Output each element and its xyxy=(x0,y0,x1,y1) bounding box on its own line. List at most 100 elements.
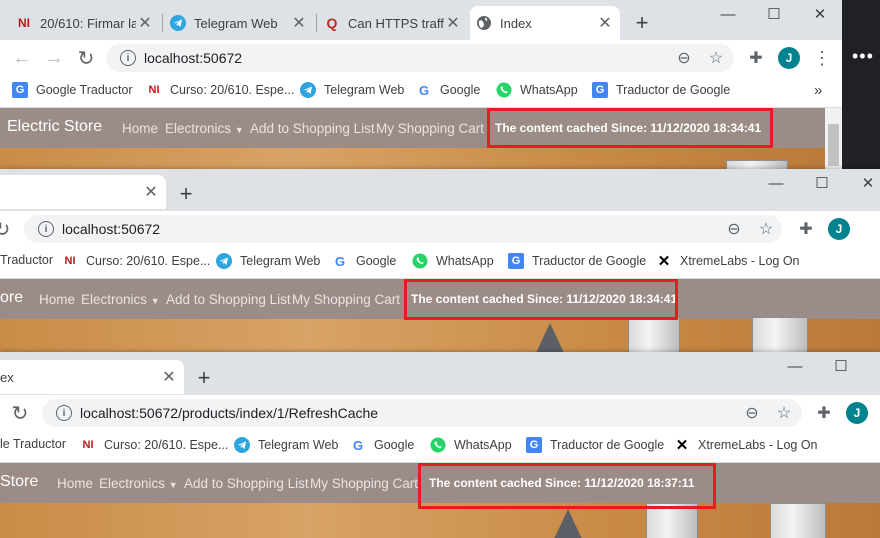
bookmark-telegram[interactable]: Telegram Web xyxy=(234,437,338,453)
tab-close-icon[interactable]: ✕ xyxy=(444,14,462,32)
new-tab-button[interactable]: + xyxy=(174,181,198,206)
site-brand[interactable]: ore xyxy=(0,289,23,307)
address-bar[interactable]: i localhost:50672 xyxy=(24,215,782,243)
bookmark-curso[interactable]: NI Curso: 20/610. Espe... xyxy=(62,253,211,269)
bookmark-whatsapp[interactable]: WhatsApp xyxy=(412,253,494,269)
chrome-menu-icon[interactable]: ⋮ xyxy=(810,46,834,70)
bookmark-google-traductor[interactable]: G Google Traductor xyxy=(12,82,133,98)
site-info-icon[interactable]: i xyxy=(56,405,72,421)
site-brand[interactable]: Store xyxy=(0,473,38,491)
url-text[interactable]: localhost:50672 xyxy=(62,221,160,237)
minimize-button[interactable]: — xyxy=(773,352,817,380)
bookmark-star-icon[interactable]: ☆ xyxy=(772,401,796,425)
bookmark-google-traductor[interactable]: le Traductor xyxy=(0,437,66,451)
nav-label: Electronics xyxy=(165,121,232,136)
zoom-icon[interactable]: ⊖ xyxy=(672,46,696,70)
nav-home[interactable]: Home xyxy=(122,121,158,136)
bookmark-xtremelabs[interactable]: ✕ XtremeLabs - Log On xyxy=(674,437,818,454)
bookmarks-more-icon[interactable]: » xyxy=(814,82,822,99)
new-tab-button[interactable]: + xyxy=(630,10,654,35)
bookmark-google[interactable]: G Google xyxy=(416,82,480,98)
extensions-puzzle-icon[interactable]: ✚ xyxy=(794,217,818,241)
google-icon: G xyxy=(352,437,364,453)
zoom-icon[interactable]: ⊖ xyxy=(740,401,764,425)
bookmark-star-icon[interactable]: ☆ xyxy=(704,46,728,70)
tab-index[interactable]: ✕ xyxy=(0,175,166,209)
nav-electronics[interactable]: Electronics ▼ xyxy=(81,292,160,307)
tab-quora[interactable]: Q Can HTTPS traffic ✕ xyxy=(318,6,468,40)
bookmark-curso[interactable]: NI Curso: 20/610. Espe... xyxy=(80,437,229,453)
reload-icon[interactable]: ↻ xyxy=(8,401,32,425)
nav-home[interactable]: Home xyxy=(39,292,75,307)
minimize-button[interactable]: — xyxy=(706,0,750,28)
bookmark-traductor-google[interactable]: G Traductor de Google xyxy=(508,253,646,269)
tab-close-icon[interactable]: ✕ xyxy=(290,14,308,32)
bookmark-curso[interactable]: NI Curso: 20/610. Espe... xyxy=(146,82,295,98)
bookmark-google[interactable]: G Google xyxy=(332,253,396,269)
nav-add-shopping-list[interactable]: Add to Shopping List xyxy=(184,476,309,491)
address-bar[interactable]: i localhost:50672 xyxy=(106,44,734,72)
bookmark-label: Curso: 20/610. Espe... xyxy=(170,83,295,97)
close-window-button[interactable]: ✕ xyxy=(846,169,880,197)
page-scrollbar[interactable] xyxy=(825,108,842,169)
tab-title: ex xyxy=(0,369,14,385)
bookmark-telegram[interactable]: Telegram Web xyxy=(216,253,320,269)
tab-close-icon[interactable]: ✕ xyxy=(136,14,154,32)
bookmark-xtremelabs[interactable]: ✕ XtremeLabs - Log On xyxy=(656,253,800,270)
profile-avatar[interactable]: J xyxy=(846,402,868,424)
highlight-box xyxy=(487,108,773,148)
nav-home[interactable]: Home xyxy=(57,476,93,491)
bookmark-google-traductor[interactable]: Traductor xyxy=(0,253,53,267)
nav-electronics[interactable]: Electronics ▼ xyxy=(99,476,178,491)
forward-arrow-icon[interactable]: → xyxy=(42,46,66,70)
bookmark-traductor-google[interactable]: G Traductor de Google xyxy=(592,82,730,98)
maximize-button[interactable]: ☐ xyxy=(800,169,844,197)
maximize-button[interactable]: ☐ xyxy=(819,352,863,380)
maximize-button[interactable]: ☐ xyxy=(752,0,796,28)
bookmark-star-icon[interactable]: ☆ xyxy=(754,217,778,241)
profile-avatar[interactable]: J xyxy=(778,47,800,69)
more-options-icon[interactable]: ••• xyxy=(852,46,874,67)
tab-index[interactable]: ex ✕ xyxy=(0,360,184,394)
reload-icon[interactable]: ↻ xyxy=(0,217,14,241)
bookmark-telegram[interactable]: Telegram Web xyxy=(300,82,404,98)
bookmark-whatsapp[interactable]: WhatsApp xyxy=(496,82,578,98)
profile-avatar[interactable]: J xyxy=(828,218,850,240)
extensions-puzzle-icon[interactable]: ✚ xyxy=(744,46,768,70)
tab-close-icon[interactable]: ✕ xyxy=(596,14,614,32)
site-info-icon[interactable]: i xyxy=(120,50,136,66)
bookmark-whatsapp[interactable]: WhatsApp xyxy=(430,437,512,453)
scrollbar-thumb[interactable] xyxy=(828,124,839,166)
bookmark-google[interactable]: G Google xyxy=(350,437,414,453)
nav-electronics[interactable]: Electronics ▼ xyxy=(165,121,244,136)
nav-add-shopping-list[interactable]: Add to Shopping List xyxy=(250,121,375,136)
url-text[interactable]: localhost:50672 xyxy=(144,50,242,66)
tab-index[interactable]: Index ✕ xyxy=(470,6,620,40)
tab-separator xyxy=(162,14,163,32)
nav-label: Electronics xyxy=(81,292,148,307)
back-arrow-icon[interactable]: ← xyxy=(10,46,34,70)
new-tab-button[interactable]: + xyxy=(192,365,216,390)
zoom-icon[interactable]: ⊖ xyxy=(722,217,746,241)
tab-close-icon[interactable]: ✕ xyxy=(160,368,178,386)
nav-shopping-cart[interactable]: My Shopping Cart xyxy=(292,292,400,307)
url-text[interactable]: localhost:50672/products/index/1/Refresh… xyxy=(80,405,378,421)
site-brand[interactable]: Electric Store xyxy=(7,118,102,136)
nav-shopping-cart[interactable]: My Shopping Cart xyxy=(310,476,418,491)
extensions-puzzle-icon[interactable]: ✚ xyxy=(812,401,836,425)
tab-firmar[interactable]: NI 20/610: Firmar la ✕ xyxy=(10,6,160,40)
nav-add-shopping-list[interactable]: Add to Shopping List xyxy=(166,292,291,307)
bookmark-traductor-google[interactable]: G Traductor de Google xyxy=(526,437,664,453)
reload-icon[interactable]: ↻ xyxy=(74,46,98,70)
bookmark-label: Google Traductor xyxy=(36,83,133,97)
address-bar[interactable]: i localhost:50672/products/index/1/Refre… xyxy=(42,399,802,427)
tab-close-icon[interactable]: ✕ xyxy=(142,183,160,201)
site-info-icon[interactable]: i xyxy=(38,221,54,237)
close-window-button[interactable]: ✕ xyxy=(798,0,842,28)
tab-telegram[interactable]: Telegram Web ✕ xyxy=(164,6,314,40)
nav-shopping-cart[interactable]: My Shopping Cart xyxy=(376,121,484,136)
bookmark-label: Traductor de Google xyxy=(616,83,731,97)
browser-window-bottom: ex ✕ + — ☐ ↻ i localhost:50672/products/… xyxy=(0,352,880,538)
minimize-button[interactable]: — xyxy=(754,169,798,197)
product-image xyxy=(628,317,680,352)
